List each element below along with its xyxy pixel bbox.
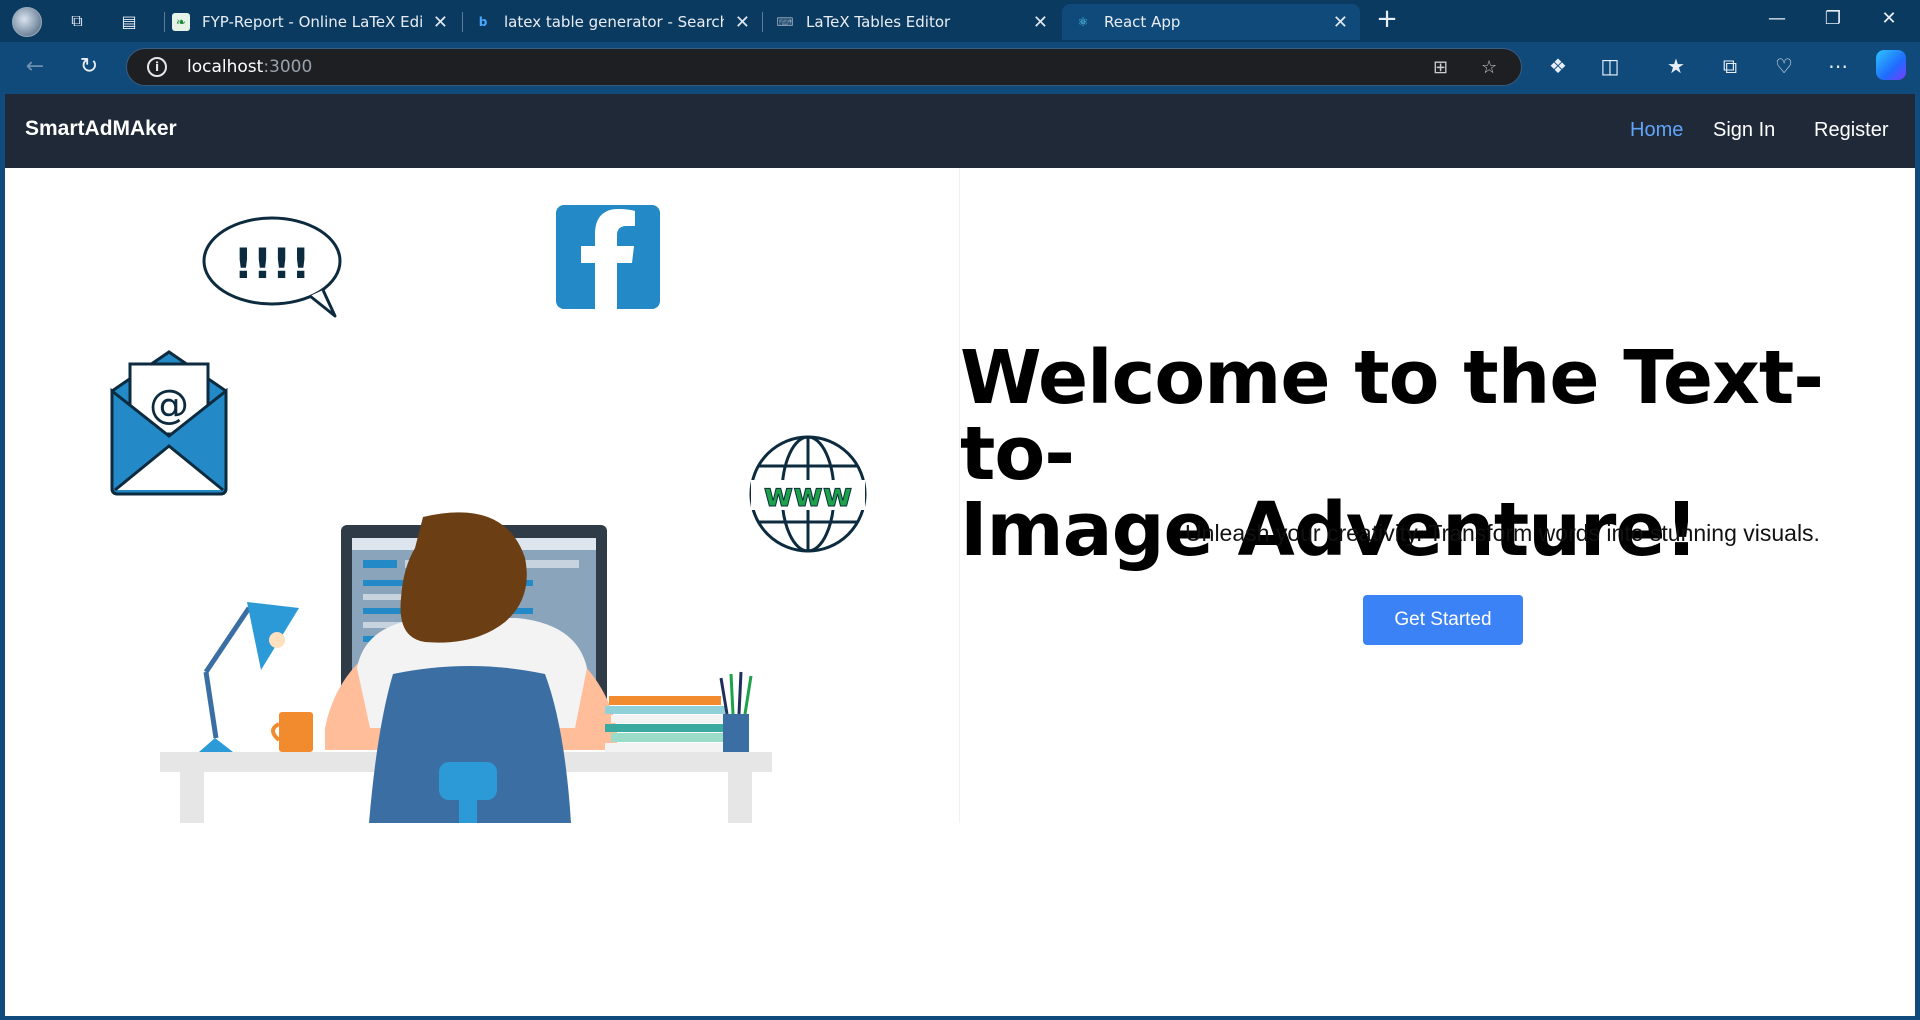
tab-actions-icon[interactable]: ▤ (118, 10, 140, 32)
workspaces-icon[interactable]: ⧉ (66, 10, 88, 32)
get-started-button[interactable]: Get Started (1363, 595, 1523, 645)
url-host: localhost (187, 57, 264, 77)
pencil-holder (719, 671, 753, 752)
site-info-icon[interactable]: i (147, 57, 167, 77)
speech-bubble-icon: !!!! (202, 216, 342, 318)
favorites-icon[interactable]: ★ (1662, 54, 1690, 78)
hero-title-line1: Welcome to the Text-to- (960, 335, 1824, 497)
tab-latex-tables[interactable]: ⌨ LaTeX Tables Editor ✕ (764, 4, 1060, 40)
email-at-text: @ (149, 382, 189, 428)
minimize-icon[interactable]: — (1762, 8, 1792, 29)
nav-register-link[interactable]: Register (1814, 119, 1888, 142)
close-tab-icon[interactable]: ✕ (735, 12, 750, 33)
office-chair (369, 666, 571, 823)
collections-icon[interactable]: ⧉ (1716, 54, 1744, 78)
tab-bing-search[interactable]: b latex table generator - Search ✕ (462, 4, 762, 40)
email-icon: @ (110, 350, 228, 496)
bing-icon: b (478, 15, 488, 29)
window-close-icon[interactable]: ✕ (1874, 8, 1904, 29)
url-port: :3000 (263, 57, 313, 77)
brand-logo[interactable]: SmartAdMAker (25, 117, 177, 141)
react-icon: ⚛ (1077, 15, 1089, 29)
tab-title: latex table generator - Search (504, 13, 724, 31)
browser-toolbar: ← ↻ i localhost:3000 ⊞ ☆ ❖ ◫ ★ ⧉ ♡ ⋯ (0, 42, 1920, 92)
facebook-icon (556, 205, 660, 309)
speech-bubble-text: !!!! (234, 239, 311, 288)
split-screen-icon[interactable]: ◫ (1596, 54, 1624, 78)
office-illustration: !!!! @ www (110, 205, 867, 823)
extensions-icon[interactable]: ❖ (1544, 54, 1572, 78)
tab-title: LaTeX Tables Editor (806, 13, 951, 31)
favorite-star-icon[interactable]: ☆ (1481, 57, 1497, 78)
address-bar[interactable]: i localhost:3000 ⊞ ☆ (126, 48, 1522, 86)
app-available-icon[interactable]: ⊞ (1433, 57, 1448, 78)
hero-subtitle: Unleash your creativity. Transform words… (1185, 520, 1820, 546)
tab-title: React App (1104, 13, 1181, 31)
globe-www-text: www (764, 476, 853, 514)
stack-of-books (605, 696, 725, 752)
address-url[interactable]: localhost:3000 (187, 57, 312, 77)
refresh-icon[interactable]: ↻ (74, 54, 104, 79)
close-tab-icon[interactable]: ✕ (433, 12, 448, 33)
restore-icon[interactable]: ❐ (1818, 8, 1848, 29)
browser-tab-strip: ⧉ ▤ ❧ FYP-Report - Online LaTeX Editor ✕… (0, 0, 1920, 42)
tab-separator (762, 12, 763, 32)
new-tab-icon[interactable]: + (1372, 4, 1402, 34)
back-arrow-icon[interactable]: ← (20, 54, 50, 79)
page-viewport: SmartAdMAker Home Sign In Register !!!! (5, 94, 1915, 1016)
close-tab-icon[interactable]: ✕ (1333, 12, 1348, 33)
copilot-icon[interactable] (1876, 50, 1906, 80)
nav-signin-link[interactable]: Sign In (1713, 119, 1775, 142)
globe-www-icon: www (749, 435, 867, 553)
tab-overleaf[interactable]: ❧ FYP-Report - Online LaTeX Editor ✕ (160, 4, 460, 40)
browser-essentials-icon[interactable]: ♡ (1770, 54, 1798, 78)
more-menu-icon[interactable]: ⋯ (1824, 54, 1852, 78)
hero-illustration: !!!! @ www (5, 168, 960, 823)
nav-home-link[interactable]: Home (1630, 119, 1683, 142)
tab-title: FYP-Report - Online LaTeX Editor (202, 13, 422, 31)
overleaf-icon: ❧ (172, 13, 190, 31)
coffee-mug (271, 712, 313, 752)
hero-content: Welcome to the Text-to- Image Adventure!… (960, 168, 1915, 823)
app-navbar: SmartAdMAker Home Sign In Register (5, 94, 1915, 168)
keyboard-icon: ⌨ (776, 15, 794, 29)
close-tab-icon[interactable]: ✕ (1033, 12, 1048, 33)
tab-react-app[interactable]: ⚛ React App ✕ (1062, 4, 1360, 40)
profile-avatar[interactable] (12, 7, 42, 37)
